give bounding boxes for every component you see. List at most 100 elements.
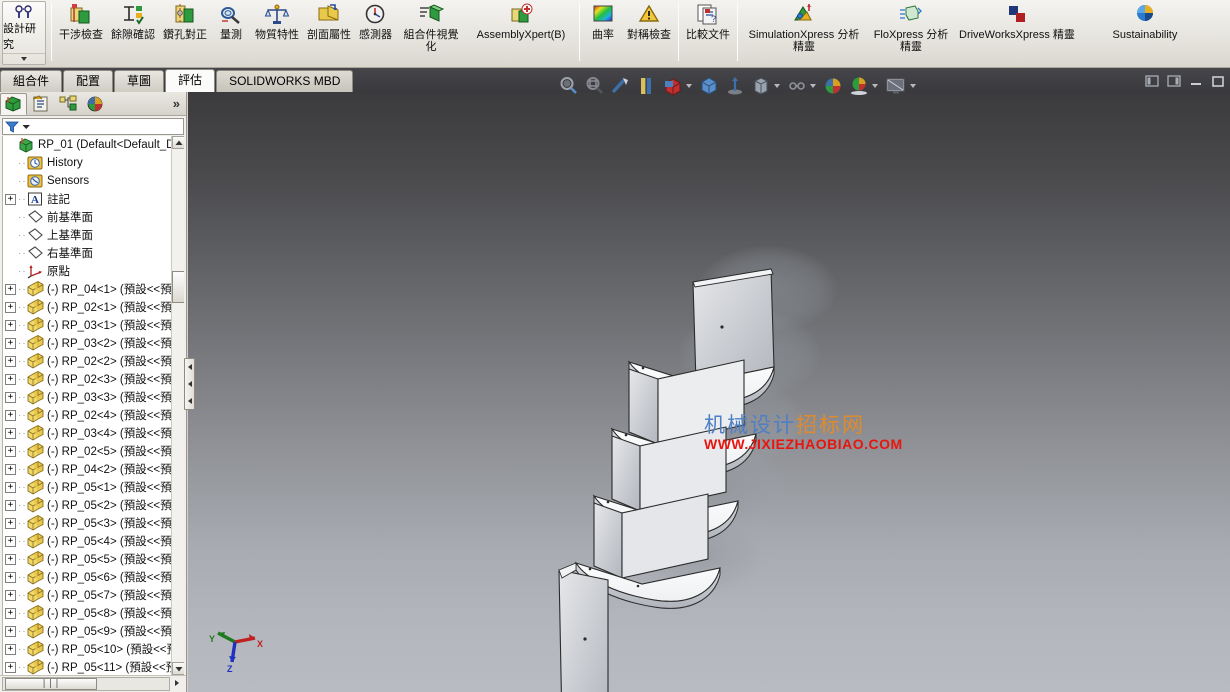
feature-tree-item[interactable]: + ·· (-) RP_05<8> (預設<<預	[3, 604, 184, 622]
hide-show-glasses-icon[interactable]	[786, 75, 808, 97]
feature-tree-item[interactable]: + ·· (-) RP_05<7> (預設<<預	[3, 586, 184, 604]
scroll-up-button[interactable]	[172, 136, 184, 149]
feature-tree-item[interactable]: + ·· A 註記	[3, 190, 184, 208]
hscroll-thumb[interactable]: |||	[5, 678, 97, 690]
feature-tree-item[interactable]: + ·· (-) RP_03<4> (預設<<預	[3, 424, 184, 442]
expand-node-icon[interactable]: +	[5, 409, 16, 421]
expand-node-icon[interactable]: +	[5, 661, 16, 673]
feature-tree-item[interactable]: + ·· (-) RP_02<3> (預設<<預	[3, 370, 184, 388]
tab-evaluate[interactable]: 評估	[165, 69, 216, 92]
feature-tree-item[interactable]: ·· 前基準面	[3, 208, 184, 226]
section-view-icon[interactable]	[636, 75, 658, 97]
zoom-to-area-icon[interactable]	[584, 75, 606, 97]
feature-tree-item[interactable]: + ·· (-) RP_02<4> (預設<<預	[3, 406, 184, 424]
feature-tree-item[interactable]: + ·· (-) RP_03<3> (預設<<預	[3, 388, 184, 406]
expand-node-icon[interactable]: +	[5, 337, 16, 349]
display-manager-tab[interactable]	[81, 93, 108, 115]
feature-tree-item[interactable]: + ·· (-) RP_04<2> (預設<<預	[3, 460, 184, 478]
view-settings-dropdown-icon[interactable]	[910, 84, 916, 88]
expand-node-icon[interactable]: +	[5, 445, 16, 457]
property-manager-tab[interactable]	[27, 93, 54, 115]
expand-node-icon[interactable]: +	[5, 193, 16, 205]
zoom-to-fit-icon[interactable]	[558, 75, 580, 97]
hscroll-track[interactable]: |||	[2, 677, 170, 691]
restore-right-icon[interactable]	[1166, 74, 1182, 88]
appearance-cube-icon[interactable]	[750, 75, 772, 97]
section-properties-button[interactable]: 剖面屬性	[303, 0, 355, 66]
feature-tree-item[interactable]: ·· 原點	[3, 262, 184, 280]
expand-node-icon[interactable]: +	[5, 625, 16, 637]
expand-node-icon[interactable]: +	[5, 643, 16, 655]
expand-node-icon[interactable]: +	[5, 499, 16, 511]
feature-tree-item[interactable]: + ·· (-) RP_05<9> (預設<<預	[3, 622, 184, 640]
feature-tree-item[interactable]: + ·· (-) RP_05<10> (預設<<預	[3, 640, 184, 658]
display-style-icon[interactable]	[662, 75, 684, 97]
spiral-staircase-model[interactable]	[188, 92, 1230, 692]
view-settings-icon[interactable]	[884, 75, 908, 97]
design-study-dropdown[interactable]	[3, 53, 45, 64]
feature-tree-vscrollbar[interactable]	[171, 136, 184, 675]
feature-tree-item[interactable]: + ·· (-) RP_05<4> (預設<<預	[3, 532, 184, 550]
panel-collapse-handle[interactable]	[184, 358, 195, 410]
configuration-manager-tab[interactable]	[54, 93, 81, 115]
display-style-dropdown-icon[interactable]	[686, 84, 692, 88]
curvature-button[interactable]: 曲率	[583, 0, 623, 66]
feature-tree-item[interactable]: + ·· (-) RP_02<5> (預設<<預	[3, 442, 184, 460]
hide-show-items-icon[interactable]	[724, 75, 746, 97]
feature-tree-item[interactable]: + ·· (-) RP_05<3> (預設<<預	[3, 514, 184, 532]
expand-node-icon[interactable]: +	[5, 607, 16, 619]
expand-node-icon[interactable]: +	[5, 535, 16, 547]
feature-tree-tab[interactable]	[0, 92, 27, 115]
expand-node-icon[interactable]: +	[5, 373, 16, 385]
feature-tree-item[interactable]: ·· Sensors	[3, 172, 184, 190]
feature-tree-item[interactable]: + ·· (-) RP_04<1> (預設<<預	[3, 280, 184, 298]
feature-tree-item[interactable]: + ·· (-) RP_02<1> (預設<<預	[3, 298, 184, 316]
maximize-icon[interactable]	[1210, 74, 1226, 88]
scroll-down-button[interactable]	[172, 662, 184, 675]
expand-node-icon[interactable]: +	[5, 427, 16, 439]
feature-tree-item[interactable]: + ·· (-) RP_05<5> (預設<<預	[3, 550, 184, 568]
feature-tree-item[interactable]: + ·· (-) RP_03<1> (預設<<預	[3, 316, 184, 334]
driveworksxpress-button[interactable]: DriveWorksXpress 精靈	[955, 0, 1079, 66]
assembly-visualization-button[interactable]: 組合件視覺化	[396, 0, 466, 66]
feature-tree-item[interactable]: ·· 右基準面	[3, 244, 184, 262]
tab-layout[interactable]: 配置	[63, 70, 114, 92]
previous-view-icon[interactable]	[610, 75, 632, 97]
assembly-xpert-button[interactable]: AssemblyXpert(B)	[466, 0, 576, 66]
feature-tree-item[interactable]: RP_01 (Default<Default_Dis	[3, 136, 184, 154]
expand-node-icon[interactable]: +	[5, 481, 16, 493]
expand-panel-chevrons-icon[interactable]: »	[173, 96, 180, 111]
design-study-button[interactable]: 設計研究	[2, 1, 46, 65]
feature-tree[interactable]: RP_01 (Default<Default_Dis ·· History ·· Sen…	[2, 136, 184, 675]
minimize-icon[interactable]	[1188, 74, 1204, 88]
tab-assembly[interactable]: 組合件	[0, 70, 63, 92]
floxpress-button[interactable]: FloXpress 分析精靈	[867, 0, 955, 66]
expand-node-icon[interactable]: +	[5, 517, 16, 529]
sustainability-button[interactable]: Sustainability	[1097, 0, 1193, 66]
compare-documents-button[interactable]: ? 比較文件	[682, 0, 734, 66]
clearance-verification-button[interactable]: 餘隙確認	[107, 0, 159, 66]
feature-tree-item[interactable]: ·· 上基準面	[3, 226, 184, 244]
tab-sketch[interactable]: 草圖	[114, 70, 165, 92]
feature-tree-filter[interactable]	[2, 118, 184, 135]
filter-dropdown-icon[interactable]	[22, 124, 31, 130]
sensor-button[interactable]: 感測器	[355, 0, 396, 66]
feature-tree-item[interactable]: + ·· (-) RP_05<1> (預設<<預	[3, 478, 184, 496]
feature-tree-item[interactable]: + ·· (-) RP_05<11> (預設<<預	[3, 658, 184, 675]
feature-tree-item[interactable]: + ·· (-) RP_05<2> (預設<<預	[3, 496, 184, 514]
graphics-viewport[interactable]: 机械设计招标网 WWW.JIXIEZHAOBIAO.COM	[188, 92, 1230, 692]
measure-button[interactable]: 量測	[211, 0, 251, 66]
appearance-dropdown-icon[interactable]	[774, 84, 780, 88]
feature-tree-hscrollbar[interactable]: |||	[0, 675, 186, 692]
apply-scene-icon[interactable]	[848, 75, 870, 97]
expand-node-icon[interactable]: +	[5, 319, 16, 331]
hole-alignment-button[interactable]: 鑽孔對正	[159, 0, 211, 66]
edit-appearance-icon[interactable]	[822, 75, 844, 97]
expand-node-icon[interactable]: +	[5, 553, 16, 565]
hscroll-right-button[interactable]	[170, 679, 184, 689]
apply-scene-dropdown-icon[interactable]	[872, 84, 878, 88]
feature-tree-item[interactable]: + ·· (-) RP_03<2> (預設<<預	[3, 334, 184, 352]
tab-solidworks-mbd[interactable]: SOLIDWORKS MBD	[216, 70, 354, 92]
expand-node-icon[interactable]: +	[5, 301, 16, 313]
view-orientation-icon[interactable]	[698, 75, 720, 97]
